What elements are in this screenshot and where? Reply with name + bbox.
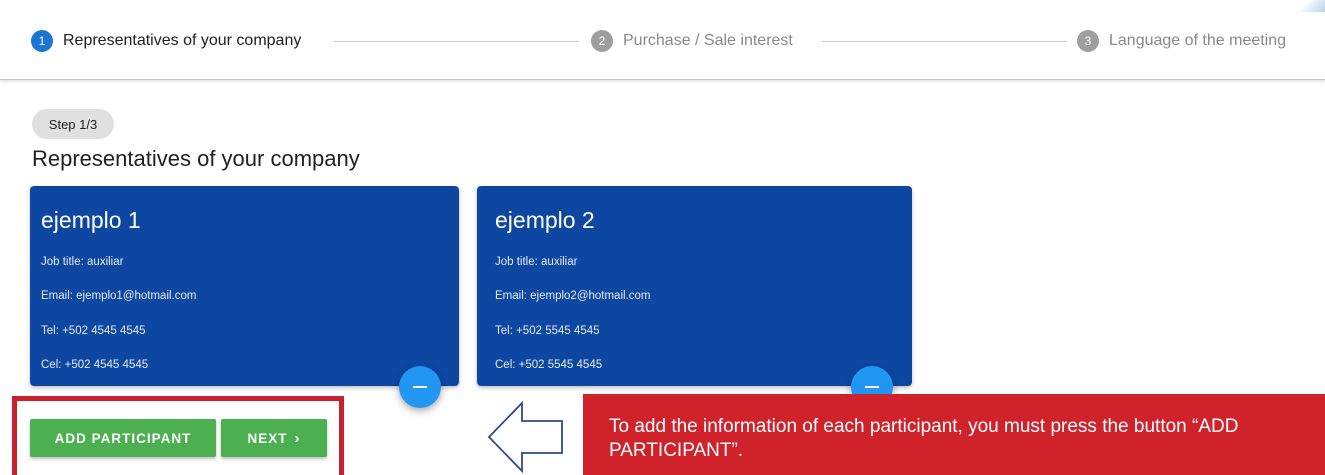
step-chip: Step 1/3 <box>32 109 114 139</box>
participant-cel: Cel: +502 4545 4545 <box>41 359 149 371</box>
step-1[interactable]: 1 Representatives of your company <box>31 30 301 52</box>
remove-participant-button[interactable] <box>399 366 441 408</box>
participant-tel: Tel: +502 4545 4545 <box>41 325 146 337</box>
participant-email: Email: ejemplo2@hotmail.com <box>495 290 651 302</box>
participant-card: ejemplo 1 Job title: auxiliar Email: eje… <box>30 186 459 386</box>
minus-icon <box>413 386 427 388</box>
participant-name: ejemplo 1 <box>41 207 141 233</box>
step-2-label: Purchase / Sale interest <box>623 32 793 49</box>
step-3-label: Language of the meeting <box>1109 32 1287 49</box>
step-connector <box>334 41 579 42</box>
step-1-label: Representatives of your company <box>63 32 302 49</box>
add-participant-label: ADD PARTICIPANT <box>54 430 192 446</box>
step-3[interactable]: 3 Language of the meeting <box>1077 30 1286 52</box>
annotation-callout: To add the information of each participa… <box>583 394 1325 475</box>
minus-icon <box>865 386 879 388</box>
participant-email: Email: ejemplo1@hotmail.com <box>41 290 197 302</box>
step-2[interactable]: 2 Purchase / Sale interest <box>591 30 793 52</box>
arrow-left-icon <box>487 400 563 474</box>
participant-name: ejemplo 2 <box>495 207 595 233</box>
chevron-right-icon: › <box>294 429 301 447</box>
next-button[interactable]: NEXT › <box>221 419 327 457</box>
next-label: NEXT <box>247 430 288 446</box>
section-title: Representatives of your company <box>32 146 360 171</box>
participant-job-title: Job title: auxiliar <box>495 256 578 268</box>
participant-job-title: Job title: auxiliar <box>41 256 124 268</box>
step-2-number: 2 <box>591 30 613 52</box>
participant-tel: Tel: +502 5545 4545 <box>495 325 600 337</box>
step-3-number: 3 <box>1077 30 1099 52</box>
corner-decoration <box>1289 0 1325 12</box>
step-1-number: 1 <box>31 30 53 52</box>
stepper-header: 1 Representatives of your company 2 Purc… <box>0 0 1325 80</box>
participant-cel: Cel: +502 5545 4545 <box>495 359 603 371</box>
participant-card: ejemplo 2 Job title: auxiliar Email: eje… <box>477 186 912 386</box>
step-connector <box>822 41 1067 42</box>
add-participant-button[interactable]: ADD PARTICIPANT <box>30 419 216 457</box>
